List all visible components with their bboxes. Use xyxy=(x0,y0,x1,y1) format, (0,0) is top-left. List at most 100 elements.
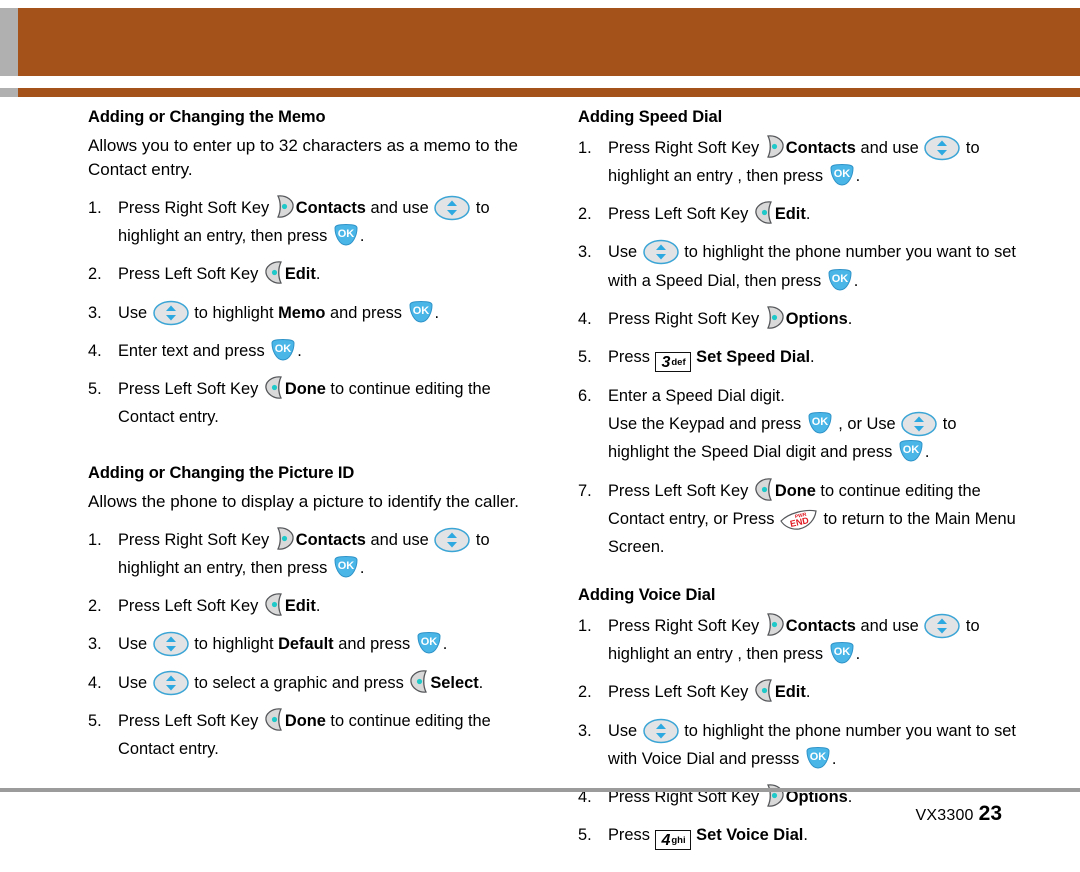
step-number: 2. xyxy=(88,597,102,616)
keypad-key-4-letters: ghi xyxy=(671,835,686,847)
step-text: Use xyxy=(608,243,642,262)
ok-key-icon: OK xyxy=(826,268,854,292)
section-heading-voice-dial: Adding Voice Dial xyxy=(578,586,716,605)
step-text: to highlight xyxy=(189,635,279,654)
step-text: Press Left Soft Key xyxy=(118,711,263,730)
step-bold-options: Options xyxy=(785,309,848,328)
svg-text:OK: OK xyxy=(833,646,850,658)
step-text: Press Right Soft Key xyxy=(118,198,274,217)
navigation-up-down-key-icon xyxy=(900,411,938,437)
step-text: Enter a Speed Dial digit. xyxy=(608,386,785,405)
step-item: 3. Use to highlight the phone number you … xyxy=(578,717,1018,773)
step-text: Press Right Soft Key xyxy=(608,138,764,157)
step-item: 6. Enter a Speed Dial digit. Use the Keypa… xyxy=(578,382,1018,467)
right-soft-key-icon xyxy=(274,526,296,551)
keypad-key-4-icon: 4ghi xyxy=(655,830,691,851)
right-soft-key-icon xyxy=(764,305,786,330)
step-text: Press Left Soft Key xyxy=(118,265,263,284)
step-item: 5. Press 3def Set Speed Dial. xyxy=(578,343,1018,372)
step-text: Enter text and press xyxy=(118,341,270,360)
step-number: 1. xyxy=(578,616,592,635)
ok-key-icon: OK xyxy=(806,411,834,435)
step-number: 4. xyxy=(88,673,102,692)
navigation-up-down-key-icon xyxy=(152,670,190,696)
step-text: . xyxy=(855,166,861,185)
step-bold-edit: Edit xyxy=(284,597,316,616)
keypad-key-3-letters: def xyxy=(671,356,686,368)
steps-list-picture-id: 1. Press Right Soft Key Contacts and use … xyxy=(88,526,528,764)
step-item: 4. Enter text and press OK. xyxy=(88,337,528,365)
step-text: . xyxy=(803,826,808,845)
ok-key-icon: OK xyxy=(804,746,832,770)
left-soft-key-icon xyxy=(263,707,285,732)
step-text: . xyxy=(297,341,302,360)
step-text: to select a graphic and press xyxy=(189,673,409,692)
left-soft-key-icon xyxy=(753,678,775,703)
step-item: 2. Press Left Soft Key Edit. xyxy=(578,678,1018,706)
ok-key-icon: OK xyxy=(415,631,443,655)
step-text: Use xyxy=(118,303,152,322)
step-number: 2. xyxy=(578,205,592,224)
step-bold-edit: Edit xyxy=(774,205,806,224)
ok-key-icon: OK xyxy=(897,439,925,463)
left-soft-key-icon xyxy=(263,592,285,617)
step-item: 1. Press Right Soft Key Contacts and use … xyxy=(88,526,528,582)
end-key-icon: PWR END xyxy=(779,507,819,532)
step-text: Press Right Soft Key xyxy=(608,309,764,328)
right-soft-key-icon xyxy=(764,134,786,159)
header-rule-orange xyxy=(18,88,1080,97)
step-bold-memo: Memo xyxy=(278,303,326,322)
svg-text:OK: OK xyxy=(338,228,355,240)
step-text: , or Use xyxy=(833,415,901,434)
ok-key-icon: OK xyxy=(828,641,856,665)
step-text: . xyxy=(831,749,837,768)
navigation-up-down-key-icon xyxy=(433,195,471,221)
page-header-band xyxy=(0,8,1080,76)
step-text: . xyxy=(359,558,365,577)
step-number: 3. xyxy=(88,303,102,322)
step-item: 1. Press Right Soft Key Contacts and use … xyxy=(88,194,528,250)
step-text: . xyxy=(810,347,815,366)
step-text: and use xyxy=(365,198,434,217)
step-number: 6. xyxy=(578,386,592,405)
steps-list-memo: 1. Press Right Soft Key Contacts and use … xyxy=(88,194,528,432)
step-text: . xyxy=(442,635,448,654)
step-text: Press xyxy=(608,347,655,366)
step-text: . xyxy=(847,309,853,328)
step-text: Press Left Soft Key xyxy=(608,481,753,500)
step-number: 4. xyxy=(578,309,592,328)
step-text: Press Left Soft Key xyxy=(118,380,263,398)
step-text: . xyxy=(855,645,861,664)
step-text: . xyxy=(478,673,484,692)
step-text: Use xyxy=(608,721,642,740)
section-heading-speed-dial: Adding Speed Dial xyxy=(578,108,723,126)
svg-text:OK: OK xyxy=(412,305,429,317)
left-soft-key-icon xyxy=(263,260,285,285)
step-bold-edit: Edit xyxy=(284,265,316,284)
left-soft-key-icon xyxy=(753,477,775,502)
header-rule-gray-tab xyxy=(0,88,18,97)
step-text: . xyxy=(924,443,930,462)
page-header-rule xyxy=(0,88,1080,97)
steps-list-speed-dial: 1. Press Right Soft Key Contacts and use … xyxy=(578,134,1018,562)
svg-text:OK: OK xyxy=(832,273,849,285)
svg-text:OK: OK xyxy=(833,168,850,180)
step-bold-select: Select xyxy=(430,673,479,692)
svg-text:OK: OK xyxy=(810,751,827,763)
step-text: Press Right Soft Key xyxy=(118,530,274,549)
step-text: Use xyxy=(118,673,152,692)
keypad-key-3-digit: 3 xyxy=(661,353,671,371)
keypad-key-4-digit: 4 xyxy=(661,832,671,850)
step-item: 3. Use to highlight Default and press OK. xyxy=(88,630,528,658)
step-number: 5. xyxy=(88,711,102,730)
step-item: 4. Use to select a graphic and press Sele… xyxy=(88,669,528,697)
navigation-up-down-key-icon xyxy=(923,135,961,161)
step-text: and press xyxy=(333,635,415,654)
step-item: 3. Use to highlight Memo and press OK. xyxy=(88,299,528,327)
step-item: 3. Use to highlight the phone number you … xyxy=(578,238,1018,294)
step-bold-edit: Edit xyxy=(774,683,806,702)
section-intro-memo: Allows you to enter up to 32 characters … xyxy=(88,135,518,180)
svg-text:OK: OK xyxy=(275,343,292,355)
step-item: 1. Press Right Soft Key Contacts and use … xyxy=(578,134,1018,190)
navigation-up-down-key-icon xyxy=(642,239,680,265)
